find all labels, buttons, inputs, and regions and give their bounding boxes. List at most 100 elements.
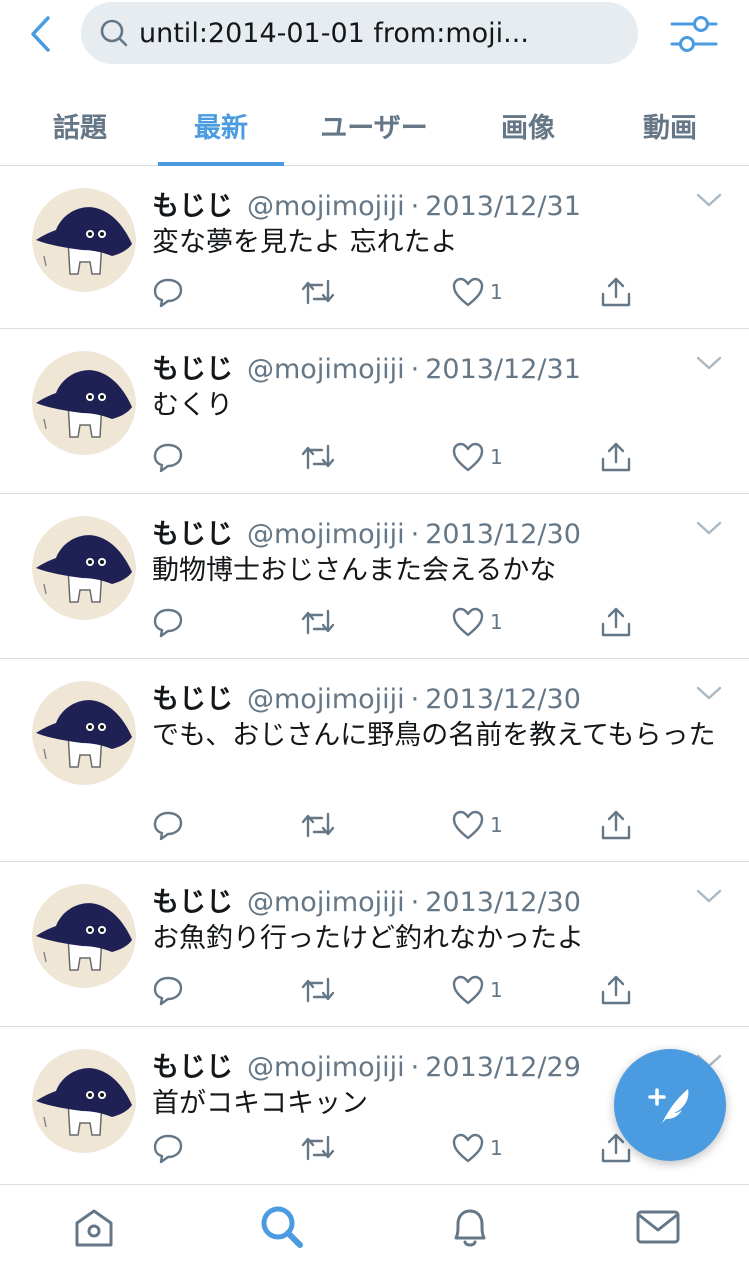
tab-top[interactable]: 話題: [10, 84, 150, 166]
avatar-image: [32, 884, 136, 988]
tweet-header: もじじ @mojimojiji · 2013/12/30: [152, 677, 581, 716]
tweet-author-handle[interactable]: @mojimojiji: [247, 519, 405, 550]
reply-button[interactable]: [152, 440, 184, 474]
share-button[interactable]: [600, 973, 632, 1007]
retweet-button[interactable]: [300, 808, 336, 842]
tweet-date[interactable]: 2013/12/30: [425, 887, 581, 918]
tab-users[interactable]: ユーザー: [300, 84, 448, 166]
heart-icon: [452, 1133, 484, 1163]
like-button[interactable]: 1: [452, 440, 503, 474]
tweet-author-name[interactable]: もじじ: [152, 1045, 233, 1084]
avatar[interactable]: [32, 884, 136, 988]
tweet-actions: 1: [152, 973, 652, 1007]
reply-button[interactable]: [152, 808, 184, 842]
reply-icon: [153, 1134, 183, 1164]
reply-button[interactable]: [152, 1131, 184, 1165]
avatar[interactable]: [32, 188, 136, 292]
tweet-row[interactable]: もじじ @mojimojiji · 2013/12/31 むくり 1: [0, 329, 749, 494]
sliders-icon: [670, 16, 718, 52]
tweet-menu-button[interactable]: [694, 190, 724, 210]
tab-latest[interactable]: 最新: [158, 84, 284, 166]
search-query[interactable]: until:2014-01-01 from:moji...: [139, 18, 529, 49]
search-filter-button[interactable]: [668, 12, 720, 56]
tweet-author-handle[interactable]: @mojimojiji: [247, 684, 405, 715]
share-icon: [601, 810, 631, 840]
avatar[interactable]: [32, 681, 136, 785]
tab-images[interactable]: 画像: [458, 84, 598, 166]
like-button[interactable]: 1: [452, 808, 503, 842]
chevron-down-icon: [696, 356, 722, 370]
tweet-author-name[interactable]: もじじ: [152, 184, 233, 223]
tweet-row[interactable]: もじじ @mojimojiji · 2013/12/30 お魚釣り行ったけど釣れ…: [0, 862, 749, 1027]
avatar[interactable]: [32, 516, 136, 620]
search-header: until:2014-01-01 from:moji...: [0, 0, 749, 80]
tweet-menu-button[interactable]: [694, 683, 724, 703]
nav-search[interactable]: [258, 1203, 306, 1251]
like-button[interactable]: 1: [452, 275, 503, 309]
tweet-date[interactable]: 2013/12/30: [425, 519, 581, 550]
avatar[interactable]: [32, 1049, 136, 1153]
tweet-author-handle[interactable]: @mojimojiji: [247, 191, 405, 222]
chevron-down-icon: [696, 686, 722, 700]
tweet-feed: もじじ @mojimojiji · 2013/12/31 変な夢を見たよ 忘れた…: [0, 166, 749, 1185]
avatar[interactable]: [32, 351, 136, 455]
tweet-author-name[interactable]: もじじ: [152, 512, 233, 551]
tweet-date[interactable]: 2013/12/30: [425, 684, 581, 715]
compose-tweet-button[interactable]: [614, 1049, 726, 1161]
tweet-author-handle[interactable]: @mojimojiji: [247, 887, 405, 918]
tweet-text: 動物博士おじさんまた会えるかな: [152, 555, 557, 586]
tweet-menu-button[interactable]: [694, 886, 724, 906]
retweet-button[interactable]: [300, 275, 336, 309]
retweet-icon: [301, 444, 335, 470]
share-button[interactable]: [600, 440, 632, 474]
retweet-icon: [301, 609, 335, 635]
chevron-down-icon: [696, 521, 722, 535]
share-button[interactable]: [600, 808, 632, 842]
tweet-date[interactable]: 2013/12/31: [425, 354, 581, 385]
retweet-button[interactable]: [300, 1131, 336, 1165]
bell-icon: [454, 1209, 486, 1247]
tweet-row[interactable]: もじじ @mojimojiji · 2013/12/30 動物博士おじさんまた会…: [0, 494, 749, 659]
retweet-icon: [301, 812, 335, 838]
share-button[interactable]: [600, 605, 632, 639]
nav-notifications[interactable]: [446, 1203, 494, 1251]
tweet-date[interactable]: 2013/12/31: [425, 191, 581, 222]
search-icon: [100, 19, 128, 47]
tweet-menu-button[interactable]: [694, 353, 724, 373]
tweet-row[interactable]: もじじ @mojimojiji · 2013/12/31 変な夢を見たよ 忘れた…: [0, 166, 749, 329]
nav-home[interactable]: [70, 1203, 118, 1251]
reply-icon: [153, 811, 183, 841]
reply-button[interactable]: [152, 605, 184, 639]
retweet-button[interactable]: [300, 440, 336, 474]
tweet-menu-button[interactable]: [694, 518, 724, 538]
search-bar[interactable]: until:2014-01-01 from:moji...: [81, 2, 638, 64]
avatar-image: [32, 681, 136, 785]
retweet-button[interactable]: [300, 973, 336, 1007]
tweet-author-handle[interactable]: @mojimojiji: [247, 354, 405, 385]
like-button[interactable]: 1: [452, 973, 503, 1007]
like-button[interactable]: 1: [452, 1131, 503, 1165]
nav-messages[interactable]: [634, 1203, 682, 1251]
tweet-author-name[interactable]: もじじ: [152, 880, 233, 919]
reply-button[interactable]: [152, 973, 184, 1007]
share-button[interactable]: [600, 275, 632, 309]
heart-icon: [452, 607, 484, 637]
chevron-down-icon: [696, 889, 722, 903]
reply-button[interactable]: [152, 275, 184, 309]
tweet-separator: ·: [410, 354, 420, 385]
tab-videos[interactable]: 動画: [600, 84, 740, 166]
tweet-date[interactable]: 2013/12/29: [425, 1052, 581, 1083]
tweet-author-name[interactable]: もじじ: [152, 347, 233, 386]
like-button[interactable]: 1: [452, 605, 503, 639]
avatar-image: [32, 188, 136, 292]
back-button[interactable]: [22, 12, 58, 56]
reply-icon: [153, 278, 183, 308]
chevron-left-icon: [31, 16, 50, 52]
tweet-text: お魚釣り行ったけど釣れなかったよ: [152, 923, 584, 954]
tweet-row[interactable]: もじじ @mojimojiji · 2013/12/30 でも、おじさんに野鳥の…: [0, 659, 749, 862]
tweet-author-handle[interactable]: @mojimojiji: [247, 1052, 405, 1083]
tweet-author-name[interactable]: もじじ: [152, 677, 233, 716]
tweet-header: もじじ @mojimojiji · 2013/12/30: [152, 512, 581, 551]
retweet-button[interactable]: [300, 605, 336, 639]
mail-icon: [636, 1210, 680, 1244]
